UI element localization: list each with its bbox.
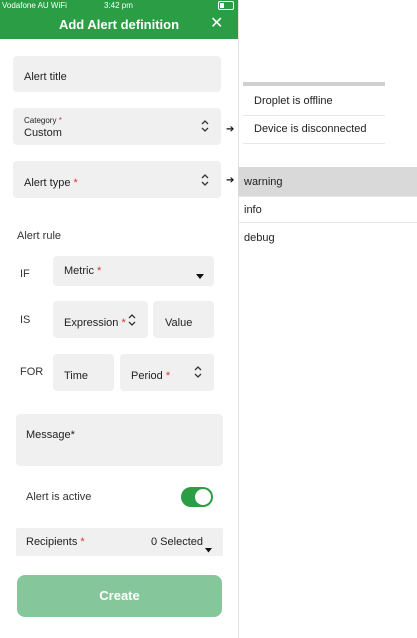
status-time: 3:42 pm [104,1,133,10]
alert-title-placeholder: Alert title [24,71,67,83]
alert-type-label: Alert type * [24,177,78,189]
category-select[interactable]: Category * Custom [13,108,221,145]
metric-select[interactable]: Metric * [53,256,214,286]
up-down-chevron-icon [193,365,203,379]
period-select[interactable]: Period * [120,354,214,391]
category-label: Category * [24,116,62,125]
recipients-value: 0 Selected [151,536,203,548]
alert-type-option-debug[interactable]: debug [244,232,275,244]
alert-type-option-info[interactable]: info [244,204,262,216]
arrow-right-icon: ➔ [226,124,235,135]
caret-down-icon [205,540,212,558]
caret-down-icon [196,267,204,285]
metric-label: Metric * [64,265,102,277]
close-icon[interactable]: ✕ [210,15,223,33]
category-option-disconnected[interactable]: Device is disconnected [254,123,367,135]
recipients-select[interactable]: Recipients * 0 Selected [16,528,223,556]
message-label: Message* [26,429,75,441]
up-down-chevron-icon [127,313,137,327]
category-value: Custom [24,127,62,139]
create-button[interactable]: Create [17,575,222,617]
list-top-bar [243,82,385,86]
alert-active-label: Alert is active [26,491,92,503]
up-down-chevron-icon [200,173,210,187]
option-divider [238,222,417,223]
carrier-text: Vodafone AU WiFi [2,1,67,10]
option-divider [243,115,385,116]
if-label: IF [20,268,30,280]
arrow-right-icon: ➔ [226,175,235,186]
mobile-screen: Vodafone AU WiFi 3:42 pm Add Alert defin… [0,0,239,638]
expression-label: Expression * [64,317,126,329]
alert-type-option-warning[interactable]: warning [244,176,283,188]
category-option-offline[interactable]: Droplet is offline [254,95,333,107]
message-textarea[interactable]: Message* [16,414,223,466]
for-label: FOR [20,366,44,378]
option-divider [238,196,417,197]
value-input[interactable]: Value [153,301,214,338]
up-down-chevron-icon [200,119,210,133]
option-divider [243,143,385,144]
period-label: Period * [131,370,171,382]
battery-icon [218,1,234,10]
value-placeholder: Value [165,317,193,329]
modal-header: Add Alert definition ✕ [0,11,238,39]
alert-rule-heading: Alert rule [17,230,62,242]
status-bar: Vodafone AU WiFi 3:42 pm [0,0,238,11]
time-input[interactable]: Time [53,354,114,391]
modal-title: Add Alert definition [58,17,180,32]
recipients-label: Recipients * [26,536,85,548]
time-placeholder: Time [64,370,89,382]
alert-type-select[interactable]: Alert type * [13,161,221,198]
alert-active-toggle[interactable] [181,487,213,507]
alert-title-input[interactable]: Alert title [13,56,221,92]
toggle-knob [195,489,211,505]
expression-select[interactable]: Expression * [53,301,148,338]
is-label: IS [20,314,31,326]
